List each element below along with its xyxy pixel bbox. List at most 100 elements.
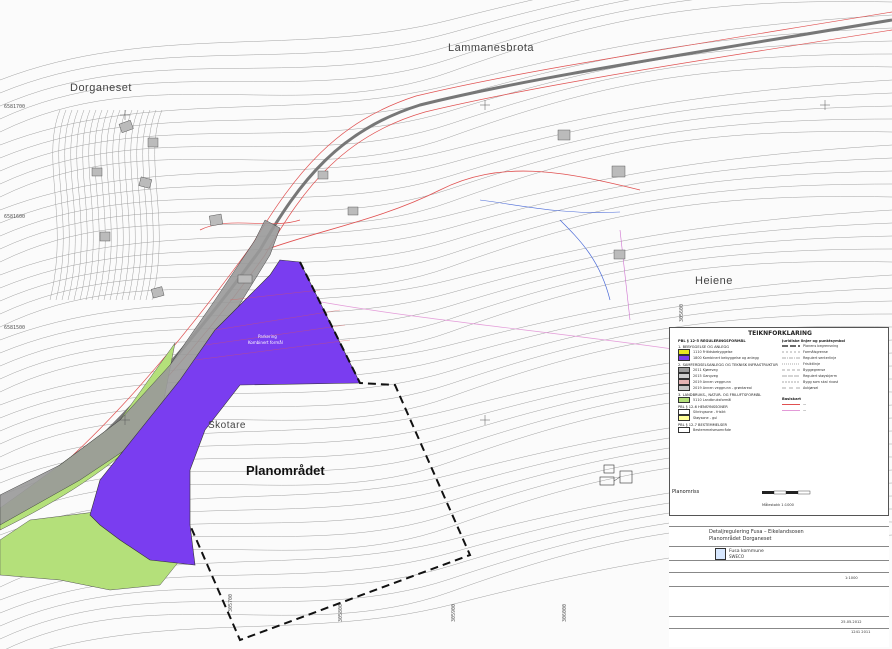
tb-consultant: SWECO: [729, 554, 744, 559]
legend-swatch: [678, 355, 690, 361]
legend-item-label: 2019 Annen veggrunn - grøntareal: [693, 386, 752, 390]
coord-bottom-1: 305700: [228, 593, 235, 613]
contour-line: [61, 109, 73, 301]
coord-bottom-3: 305900: [451, 603, 458, 623]
pink-line: [309, 299, 681, 351]
legend-item-label: 2015 Gangveg: [693, 374, 718, 378]
coord-right-1: 305600: [679, 303, 686, 323]
legend-line-symbol: [782, 381, 800, 383]
contour-line: [55, 109, 67, 301]
contour-line: [0, 0, 693, 120]
coord-bottom-2: 305800: [338, 603, 345, 623]
legend-line-items: Planens begrensning Formålsgrense Regulert…: [782, 343, 886, 391]
legend-left-heading: PBL § 12-5 REGULERINGSFORMÅL: [678, 339, 746, 343]
legend-item-label: 2011 Kjøreveg: [693, 368, 718, 372]
legend-item-label: Sikringsone - frisikt: [693, 410, 726, 414]
legend-line-label: Regulert senterlinje: [803, 356, 837, 360]
building: [613, 249, 626, 260]
parking-annotation: Parkering: [258, 334, 277, 339]
tb-scale: 1:1000: [845, 576, 858, 580]
tb-plan-subtitle: Planområdet Dorganeset: [709, 536, 772, 542]
municipality-crest-icon: [715, 548, 726, 560]
legend-line-symbol: [782, 345, 800, 347]
legend-line-label: Regulert støyskjerm: [803, 374, 837, 378]
legend-line-label: Avkjørsel: [803, 386, 819, 390]
legend-item: Bestemmelsesområde: [678, 427, 778, 433]
contour-line: [0, 0, 581, 94]
legend-line-symbol: [782, 363, 800, 365]
plan-area-label: Planområdet: [246, 463, 325, 478]
legend-item-label: 2019 Annen veggrunn: [693, 380, 731, 384]
legend-line-label: Planens begrensning: [803, 344, 839, 348]
place-heiene: Heiene: [695, 275, 733, 287]
building: [237, 274, 253, 284]
legend-line-label: Frisiktlinje: [803, 362, 821, 366]
legend-other-row-2: —: [782, 407, 886, 413]
legend-line-symbol: [782, 369, 800, 371]
building: [147, 137, 159, 148]
legend-item: 5110 Landbruksformål: [678, 397, 778, 403]
map-canvas: Lammanesbrota Dorganeset Heiene Skotare …: [0, 0, 892, 649]
legend-item-label: 1800 Kombinert bebyggelse og anlegg: [693, 356, 759, 360]
contour-line: [73, 109, 85, 301]
contour-line: [79, 109, 91, 301]
contour-line: [133, 109, 145, 301]
legend-swatch: [678, 397, 690, 403]
legend-item: Støysone - gul: [678, 415, 778, 421]
legend-line-item: Avkjørsel: [782, 385, 886, 391]
legend-section-heading: 2. SAMFERDSELSANLEGG OG TEKNISK INFRASTR…: [678, 363, 778, 367]
legend-item: 2019 Annen veggrunn - grøntareal: [678, 385, 778, 391]
legend-line-label: Byggegrense: [803, 368, 826, 372]
contour-line: [49, 109, 61, 301]
contour-line: [0, 0, 631, 107]
legend-line-symbol: [782, 357, 800, 359]
coord-bottom-4: 306000: [562, 603, 569, 623]
place-dorganeset: Dorganeset: [70, 82, 132, 94]
legend-title: TEIKNFORKLARING: [748, 330, 812, 337]
plan-stamp: [599, 464, 633, 486]
legend-line-symbol: [782, 387, 800, 389]
title-block: Detaljregulering Fusa – Eikelandsosen Pl…: [669, 515, 889, 647]
legend-line-symbol: [782, 375, 800, 377]
scale-label: Målestokk 1:1000: [762, 503, 794, 507]
contour-line: [91, 109, 103, 301]
tb-date: 25.05.2012: [841, 620, 862, 624]
legend-line-label: Formålsgrense: [803, 350, 828, 354]
coord-left-2: 6581600: [4, 214, 26, 220]
legend-item: 1800 Kombinert bebyggelse og anlegg: [678, 355, 778, 361]
legend-item-label: 5110 Landbruksformål: [693, 398, 732, 402]
legend-swatch: [678, 415, 690, 421]
legend-sections: 1. BEBYGGELSE OG ANLEGG 1110 Fritidsbebyg…: [678, 345, 778, 433]
blue-stream: [559, 219, 611, 301]
building: [208, 213, 224, 227]
legend-line-label: Bygg som skal rivast: [803, 380, 839, 384]
building: [347, 206, 359, 216]
area-annotation: Kombinert formål: [248, 340, 283, 345]
building: [611, 165, 626, 178]
scale-bar: Målestokk 1:1000: [762, 484, 822, 507]
building: [557, 129, 571, 141]
building: [150, 286, 165, 299]
legend-item-label: Bestemmelsesområde: [693, 428, 731, 432]
building: [317, 170, 329, 180]
legend-swatch: [678, 427, 690, 433]
contour-line: [0, 0, 534, 81]
legend-line-symbol: [782, 351, 800, 353]
building: [118, 119, 134, 134]
legend-right-column: Juridiske linjer og punktsymbol Planens …: [782, 337, 886, 413]
tb-plan-id: 1241 2011: [851, 630, 871, 634]
contour-line: [67, 109, 79, 301]
place-skotare: Skotare: [208, 420, 246, 431]
legend-swatch: [678, 385, 690, 391]
coord-left-3: 6581500: [4, 325, 26, 331]
place-lammanesbrota: Lammanesbrota: [448, 42, 534, 54]
tb-plan-title: Detaljregulering Fusa – Eikelandsosen: [709, 529, 804, 535]
legend-left-column: PBL § 12-5 REGULERINGSFORMÅL 1. BEBYGGEL…: [678, 337, 778, 433]
legend-item-label: 1110 Fritidsbebyggelse: [693, 350, 733, 354]
contour-line: [85, 109, 97, 301]
building: [99, 231, 111, 242]
contour-line: [127, 109, 139, 301]
building: [91, 167, 103, 177]
legend-item-label: Støysone - gul: [693, 416, 718, 420]
coord-left-1: 6581700: [4, 104, 26, 110]
